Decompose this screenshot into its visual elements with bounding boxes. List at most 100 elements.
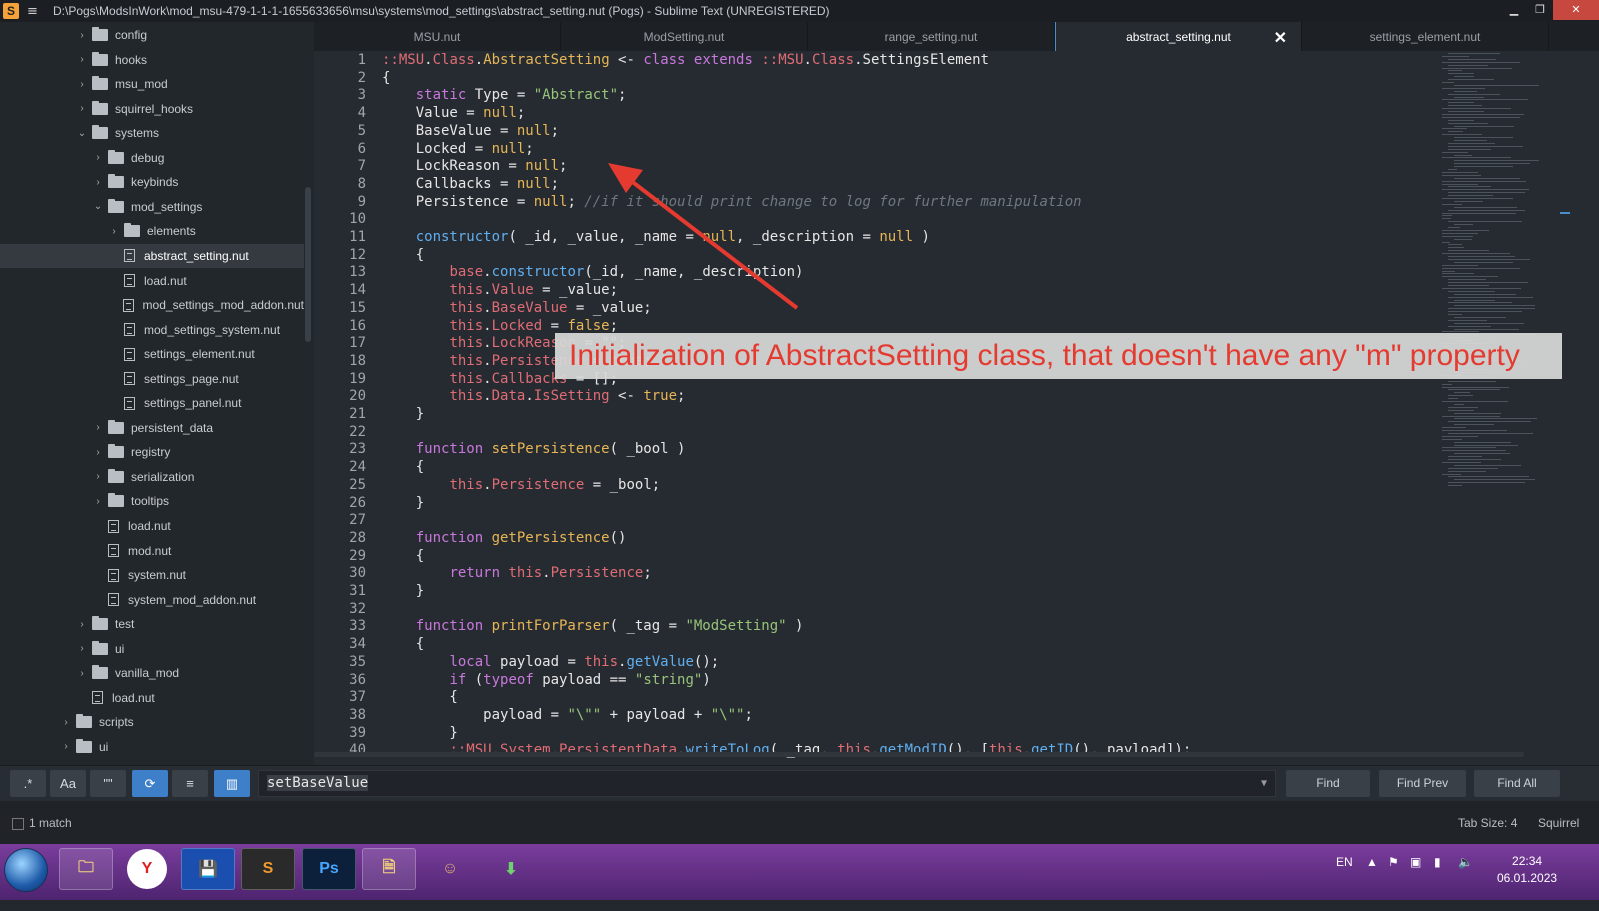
whole-word-toggle[interactable]: "" [90,770,126,797]
panel-toggle-icon[interactable] [12,818,24,830]
sublime-app[interactable]: S [241,848,295,890]
code-line[interactable]: constructor( _id, _value, _name = null, … [382,229,930,247]
sidebar-folder[interactable]: › serialization [0,465,304,489]
code-line[interactable]: return this.Persistence; [382,565,651,583]
sidebar-folder[interactable]: ⌄ mod_settings [0,195,304,219]
file-app[interactable]: 🗎 [362,848,416,890]
chevron-right-icon[interactable]: › [76,103,88,114]
find-prev-button[interactable]: Find Prev [1379,770,1466,797]
code-line[interactable]: this.Persistence = _bool; [382,477,660,495]
code-line[interactable]: { [382,636,424,654]
start-button-icon[interactable] [4,848,48,892]
chevron-right-icon[interactable]: › [92,422,104,433]
chevron-right-icon[interactable]: › [92,177,104,188]
game-app[interactable]: ☺ [423,848,477,890]
sidebar-scrollbar[interactable] [305,187,311,342]
find-button[interactable]: Find [1286,770,1370,797]
code-line[interactable]: { [382,689,457,707]
sidebar-file[interactable]: load.nut [0,686,304,710]
code-line[interactable]: Locked = null; [382,141,534,159]
tab-2[interactable]: range_setting.nut [808,22,1055,51]
code-line[interactable]: Callbacks = null; [382,176,559,194]
code-line[interactable]: } [382,725,457,743]
code-line[interactable]: function printForParser( _tag = "ModSett… [382,618,804,636]
highlight-toggle[interactable]: ▥ [214,770,250,797]
chevron-right-icon[interactable]: › [60,717,72,728]
clock[interactable]: 22:34 06.01.2023 [1497,853,1557,887]
chevron-right-icon[interactable]: › [92,496,104,507]
code-line[interactable]: local payload = this.getValue(); [382,654,719,672]
sidebar-folder[interactable]: › ui [0,735,304,759]
code-line[interactable]: static Type = "Abstract"; [382,87,627,105]
yandex-browser-app[interactable]: Y [127,849,167,889]
action-center-flag-icon[interactable]: ⚑ [1388,855,1399,911]
sidebar-folder[interactable]: ⌄ systems [0,121,304,145]
regex-toggle[interactable]: .* [10,770,46,797]
code-line[interactable]: base.constructor(_id, _name, _descriptio… [382,264,803,282]
sidebar-folder[interactable]: › ui [0,637,304,661]
code-line[interactable]: { [382,247,424,265]
sidebar-folder[interactable]: › persistent_data [0,416,304,440]
sidebar-file[interactable]: load.nut [0,269,304,293]
sidebar-file[interactable]: settings_element.nut [0,342,304,366]
code-line[interactable]: function getPersistence() [382,530,627,548]
tray-up-arrow-icon[interactable]: ▲ [1366,855,1378,911]
code-line[interactable]: Persistence = null; //if it should print… [382,194,1082,212]
code-line[interactable]: function setPersistence( _bool ) [382,441,686,459]
close-window-button[interactable]: ✕ [1553,0,1599,20]
code-line[interactable]: BaseValue = null; [382,123,559,141]
tab-4[interactable]: settings_element.nut [1302,22,1549,51]
in-selection-toggle[interactable]: ≡ [172,770,208,797]
code-line[interactable]: this.BaseValue = _value; [382,300,651,318]
sidebar-folder[interactable]: › debug [0,146,304,170]
tab-3[interactable]: abstract_setting.nut ✕ [1055,22,1302,51]
download-app[interactable]: ⬇ [484,848,538,890]
close-tab-icon[interactable]: ✕ [1274,28,1287,48]
sidebar-file[interactable]: load.nut [0,514,304,538]
floppy-app[interactable]: 💾 [181,848,235,890]
code-editor[interactable]: 1 2 3 4 5 6 7 8 9 10 11 12 13 14 15 16 17 18 19 20 21 22 23 24 2… [314,51,1599,765]
history-dropdown-icon[interactable]: ▼ [1261,771,1267,796]
code-line[interactable]: { [382,548,424,566]
chevron-right-icon[interactable]: › [76,30,88,41]
chevron-down-icon[interactable]: ⌄ [92,201,104,212]
tab-size-indicator[interactable]: Tab Size: 4 [1458,816,1517,830]
sidebar-file[interactable]: settings_page.nut [0,367,304,391]
code-line[interactable]: this.Data.IsSetting <- true; [382,388,685,406]
sidebar-file[interactable]: system_mod_addon.nut [0,588,304,612]
code-line[interactable]: } [382,583,424,601]
chevron-down-icon[interactable]: ⌄ [76,128,88,139]
sidebar-file[interactable]: mod_settings_system.nut [0,318,304,342]
syntax-indicator[interactable]: Squirrel [1538,816,1579,830]
minimap[interactable] [1438,51,1562,491]
code-line[interactable]: } [382,406,424,424]
explorer-app[interactable]: 🗀 [59,848,113,890]
sidebar-folder[interactable]: › keybinds [0,170,304,194]
tab-1[interactable]: ModSetting.nut [561,22,808,51]
chevron-right-icon[interactable]: › [92,152,104,163]
chevron-right-icon[interactable]: › [92,447,104,458]
volume-icon[interactable]: 🔈 [1458,855,1473,911]
sidebar-folder[interactable]: › test [0,612,304,636]
find-input[interactable]: setBaseValue ▼ [258,770,1276,797]
horizontal-scrollbar[interactable] [314,752,1524,757]
sidebar-file[interactable]: mod_settings_mod_addon.nut [0,293,304,317]
code-line[interactable]: this.Value = _value; [382,282,618,300]
tab-0[interactable]: MSU.nut [314,22,561,51]
code-line[interactable]: if (typeof payload == "string") [382,672,710,690]
sidebar-folder[interactable]: › msu_mod [0,72,304,96]
sidebar-folder[interactable]: › elements [0,219,304,243]
sidebar-file[interactable]: abstract_setting.nut [0,243,304,268]
chevron-right-icon[interactable]: › [76,54,88,65]
code-line[interactable]: Value = null; [382,105,526,123]
minimize-button[interactable]: ▁ [1501,0,1527,20]
device-icon[interactable]: ▣ [1410,855,1421,911]
sidebar-folder[interactable]: › registry [0,440,304,464]
sidebar-folder[interactable]: › vanilla_mod [0,661,304,685]
chevron-right-icon[interactable]: › [108,226,120,237]
case-toggle[interactable]: Aa [50,770,86,797]
restore-button[interactable]: ❐ [1527,0,1553,20]
chevron-right-icon[interactable]: › [92,471,104,482]
code-line[interactable]: payload = "\"" + payload + "\""; [382,707,753,725]
chevron-right-icon[interactable]: › [76,79,88,90]
